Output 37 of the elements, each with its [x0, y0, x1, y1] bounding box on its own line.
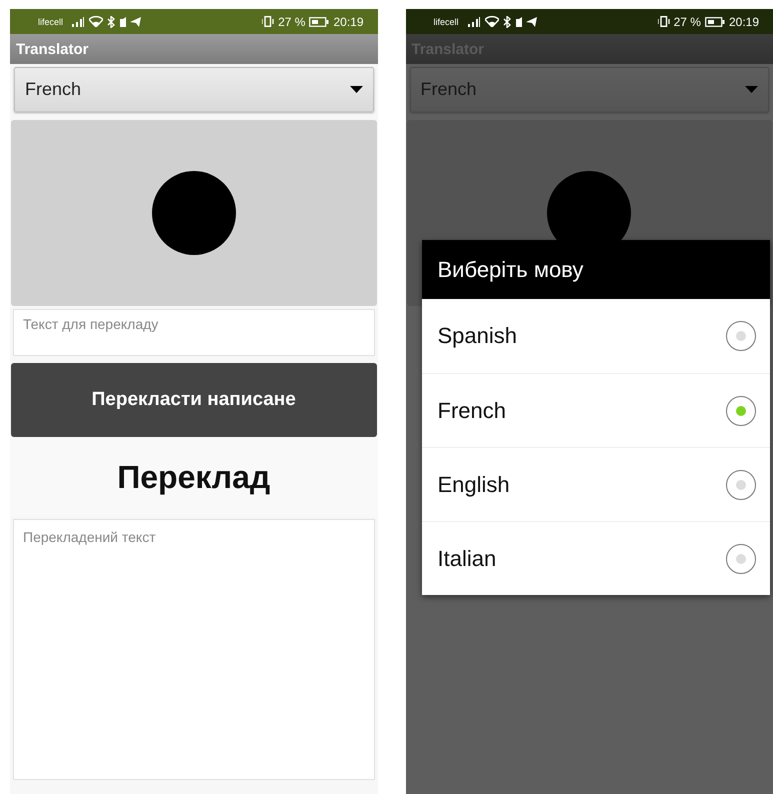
battery-icon: [704, 16, 725, 26]
signal-icon: [71, 16, 86, 26]
battery-percent: 27 %: [674, 14, 701, 28]
battery-percent: 27 %: [278, 14, 306, 28]
carrier-label: lifecell: [434, 16, 459, 26]
vibrate-icon: [658, 16, 670, 27]
bluetooth-icon: [107, 16, 116, 28]
radio-button[interactable]: [726, 396, 756, 426]
radio-button[interactable]: [726, 544, 756, 574]
clock: 20:19: [728, 14, 759, 28]
text-input-field[interactable]: Текст для перекладу: [13, 309, 374, 356]
signal-icon: [466, 16, 481, 26]
caret-icon: [745, 86, 758, 93]
battery-icon: [309, 16, 330, 26]
language-option[interactable]: French: [422, 373, 770, 447]
navigation-arrow-icon: [130, 16, 142, 26]
clock: 20:19: [333, 14, 364, 28]
app-title: Translator: [16, 40, 89, 58]
translation-heading: Переклад: [117, 458, 270, 496]
radio-button[interactable]: [726, 470, 756, 500]
sim-icon: [516, 16, 522, 26]
radio-button[interactable]: [726, 321, 756, 351]
navigation-arrow-icon: [526, 16, 537, 26]
output-text-field[interactable]: Перекладений текст: [13, 519, 374, 780]
dialog-title: Виберіть мову: [438, 256, 584, 282]
wifi-icon: [484, 16, 499, 27]
language-option[interactable]: Spanish: [422, 299, 770, 373]
translate-button[interactable]: Перекласти написане: [11, 363, 376, 437]
carrier-label: lifecell: [38, 16, 64, 26]
language-option[interactable]: Italian: [422, 521, 770, 595]
sim-icon: [120, 16, 126, 26]
wifi-icon: [89, 16, 104, 27]
language-option[interactable]: English: [422, 447, 770, 521]
bluetooth-icon: [502, 16, 512, 28]
caret-icon: [350, 86, 362, 93]
vibrate-icon: [262, 16, 274, 27]
language-dropdown[interactable]: French: [14, 67, 374, 112]
